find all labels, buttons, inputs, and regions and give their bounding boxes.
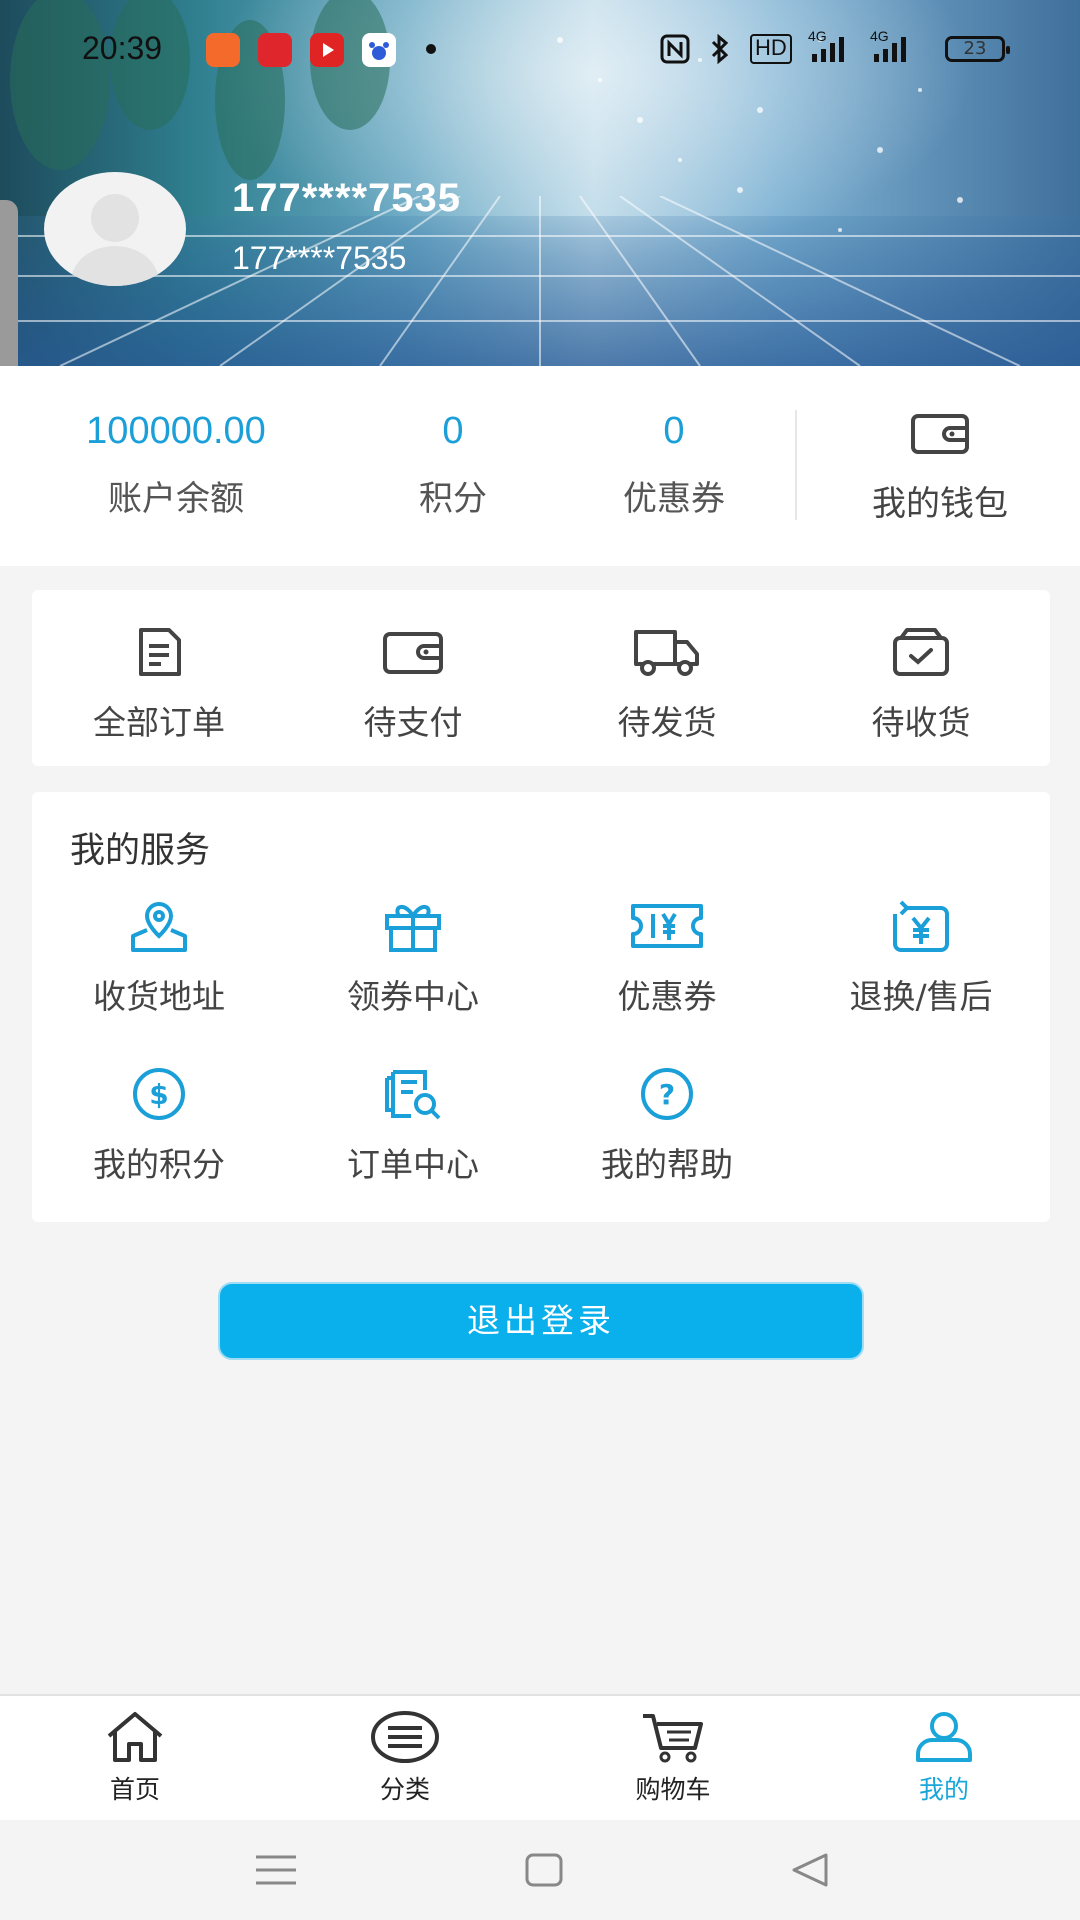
back-nav-icon[interactable] (790, 1852, 830, 1888)
nfc-icon (660, 34, 690, 64)
my-points-label: 我的积分 (93, 1145, 225, 1184)
services-card: 我的服务 收货地址 领券中心 优惠券 退换/售后 $ 我的积分 订单中心 ? 我… (32, 792, 1050, 1222)
balance-label: 账户余额 (108, 479, 244, 519)
points-coin-icon: $ (133, 1068, 185, 1120)
box-check-icon (893, 628, 949, 676)
returns-aftersale-button[interactable]: 退换/售后 (794, 898, 1048, 1018)
pending-shipment-button[interactable]: 待发货 (540, 626, 794, 744)
points-stat[interactable]: 0 积分 (383, 410, 523, 520)
music-app-icon (258, 33, 292, 67)
tab-home-label: 首页 (109, 1775, 160, 1804)
status-time: 20:39 (82, 30, 163, 66)
home-icon (107, 1712, 163, 1762)
balance-value: 100000.00 (86, 410, 266, 452)
coupon-icon (631, 904, 703, 948)
user-name: 177****7535 (232, 176, 461, 220)
pending-receipt-button[interactable]: 待收货 (794, 626, 1048, 744)
orders-card: 全部订单 待支付 待发货 待收货 (32, 590, 1050, 766)
battery-indicator: 23 (945, 36, 1010, 62)
my-points-button[interactable]: $ 我的积分 (32, 1066, 286, 1186)
truck-icon (634, 630, 699, 676)
svg-text:?: ? (659, 1078, 675, 1111)
coupons-service-label: 优惠券 (617, 977, 717, 1016)
system-navigation-bar (0, 1820, 1080, 1920)
status-bar: 20:39 HD 4G 4G 23 (0, 0, 1080, 100)
tab-cart[interactable]: 购物车 (593, 1710, 753, 1806)
home-nav-icon[interactable] (524, 1852, 564, 1888)
category-icon (371, 1711, 439, 1763)
stats-divider (795, 410, 797, 520)
returns-aftersale-label: 退换/售后 (849, 977, 993, 1016)
menu-nav-icon[interactable] (254, 1852, 298, 1888)
coupons-label: 优惠券 (623, 479, 725, 519)
all-orders-button[interactable]: 全部订单 (32, 626, 286, 744)
video-app-icon (310, 33, 344, 67)
tab-mine-label: 我的 (918, 1775, 969, 1804)
pending-receipt-label: 待收货 (871, 703, 971, 742)
bottom-tab-bar: 首页 分类 购物车 我的 (0, 1694, 1080, 1820)
shipping-address-button[interactable]: 收货地址 (32, 898, 286, 1018)
logout-button[interactable]: 退出登录 (218, 1282, 864, 1360)
shipping-address-label: 收货地址 (93, 977, 225, 1016)
my-help-label: 我的帮助 (601, 1145, 733, 1184)
cart-icon (643, 1714, 703, 1763)
tab-category-label: 分类 (379, 1775, 430, 1804)
app-notification-icon (206, 33, 240, 67)
tab-mine[interactable]: 我的 (864, 1710, 1024, 1806)
bluetooth-icon (708, 33, 732, 65)
order-center-button[interactable]: 订单中心 (286, 1066, 540, 1186)
more-notifications-dot (426, 44, 436, 54)
coupons-value: 0 (663, 410, 685, 452)
coupon-center-button[interactable]: 领券中心 (286, 898, 540, 1018)
coupons-stat[interactable]: 0 优惠券 (604, 410, 744, 520)
refund-icon (893, 900, 949, 952)
tab-home[interactable]: 首页 (55, 1710, 215, 1806)
baidu-app-icon (362, 33, 396, 67)
avatar[interactable] (44, 172, 186, 286)
order-center-label: 订单中心 (347, 1145, 479, 1184)
document-icon (139, 628, 181, 676)
gift-icon (385, 905, 441, 952)
coupon-center-label: 领券中心 (347, 977, 479, 1016)
points-label: 积分 (419, 479, 487, 519)
hd-indicator: HD (750, 34, 792, 64)
coupons-button[interactable]: 优惠券 (540, 898, 794, 1018)
wallet-label: 我的钱包 (872, 484, 1008, 524)
all-orders-label: 全部订单 (93, 703, 225, 742)
location-icon (131, 901, 187, 952)
points-value: 0 (442, 410, 464, 452)
my-wallet-button[interactable]: 我的钱包 (840, 410, 1040, 525)
pending-shipment-label: 待发货 (617, 703, 717, 742)
user-phone: 177****7535 (232, 240, 407, 276)
wallet-icon (383, 632, 443, 674)
services-title: 我的服务 (70, 831, 211, 871)
balance-stat[interactable]: 100000.00 账户余额 (56, 410, 296, 520)
order-search-icon (385, 1070, 441, 1120)
account-stats-panel: 100000.00 账户余额 0 积分 0 优惠券 我的钱包 (0, 366, 1080, 566)
pending-payment-label: 待支付 (363, 703, 463, 742)
svg-text:$: $ (149, 1078, 168, 1111)
pending-payment-button[interactable]: 待支付 (286, 626, 540, 744)
help-icon: ? (641, 1068, 693, 1120)
my-help-button[interactable]: ? 我的帮助 (540, 1066, 794, 1186)
tab-cart-label: 购物车 (635, 1775, 711, 1804)
user-icon (916, 1712, 972, 1762)
wallet-icon (911, 414, 969, 454)
tab-category[interactable]: 分类 (325, 1710, 485, 1806)
